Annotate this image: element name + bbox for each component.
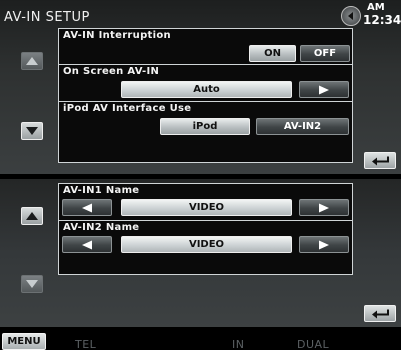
triangle-down-icon (26, 127, 38, 135)
globe-icon[interactable] (341, 6, 361, 26)
scroll-up-button[interactable] (21, 52, 43, 70)
bottom-item-dual[interactable]: DUAL (297, 338, 329, 350)
off-button[interactable]: OFF (300, 45, 350, 62)
next-button[interactable] (299, 236, 349, 253)
return-arrow-icon (372, 309, 389, 318)
settings-box-2: AV-IN1 Name VIDEO AV-IN2 Name VIDEO (58, 183, 353, 275)
av-in1-name-value: VIDEO (121, 199, 292, 216)
page-title: AV-IN SETUP (4, 10, 90, 25)
setup-panel-1: AV-IN SETUP AM 12:34 AV-IN Interruption … (0, 0, 401, 174)
bottom-bar: MENU TEL IN DUAL (0, 332, 401, 350)
clock-ampm: AM (367, 2, 385, 13)
right-triangle-icon (319, 85, 329, 94)
triangle-up-icon (26, 212, 38, 220)
row-label: AV-IN2 Name (63, 222, 140, 233)
row-label: AV-IN1 Name (63, 185, 140, 196)
right-triangle-icon (319, 240, 329, 249)
menu-button[interactable]: MENU (2, 333, 46, 350)
av-in2-button[interactable]: AV-IN2 (256, 118, 349, 135)
clock: AM 12:34 (337, 2, 401, 31)
return-button[interactable] (364, 152, 396, 169)
triangle-up-icon (26, 57, 38, 65)
left-triangle-icon (82, 240, 92, 249)
row-av-in2-name: AV-IN2 Name VIDEO (59, 221, 352, 258)
row-ipod-av-interface: iPod AV Interface Use iPod AV-IN2 (59, 102, 352, 140)
scroll-down-button[interactable] (21, 122, 43, 140)
row-on-screen-av-in: On Screen AV-IN Auto (59, 65, 352, 102)
row-av-in1-name: AV-IN1 Name VIDEO (59, 184, 352, 221)
av-in2-name-value: VIDEO (121, 236, 292, 253)
row-av-in-interruption: AV-IN Interruption ON OFF (59, 29, 352, 65)
triangle-down-icon (26, 280, 38, 288)
prev-button[interactable] (62, 236, 112, 253)
left-triangle-icon (82, 203, 92, 212)
next-button[interactable] (299, 81, 349, 98)
row-label: iPod AV Interface Use (63, 103, 192, 114)
right-triangle-icon (319, 203, 329, 212)
scroll-up-button[interactable] (21, 207, 43, 225)
return-button[interactable] (364, 305, 396, 322)
next-button[interactable] (299, 199, 349, 216)
settings-box-1: AV-IN Interruption ON OFF On Screen AV-I… (58, 28, 353, 163)
ipod-button[interactable]: iPod (160, 118, 250, 135)
on-button[interactable]: ON (249, 45, 296, 62)
bottom-item-tel[interactable]: TEL (75, 338, 96, 350)
bottom-item-in[interactable]: IN (232, 338, 244, 350)
return-arrow-icon (372, 156, 389, 165)
prev-button[interactable] (62, 199, 112, 216)
clock-time: 12:34 (363, 13, 401, 27)
on-screen-value: Auto (121, 81, 292, 98)
scroll-down-button[interactable] (21, 275, 43, 293)
row-label: On Screen AV-IN (63, 66, 160, 77)
setup-panel-2: AV-IN1 Name VIDEO AV-IN2 Name VIDEO (0, 179, 401, 327)
row-label: AV-IN Interruption (63, 30, 171, 41)
